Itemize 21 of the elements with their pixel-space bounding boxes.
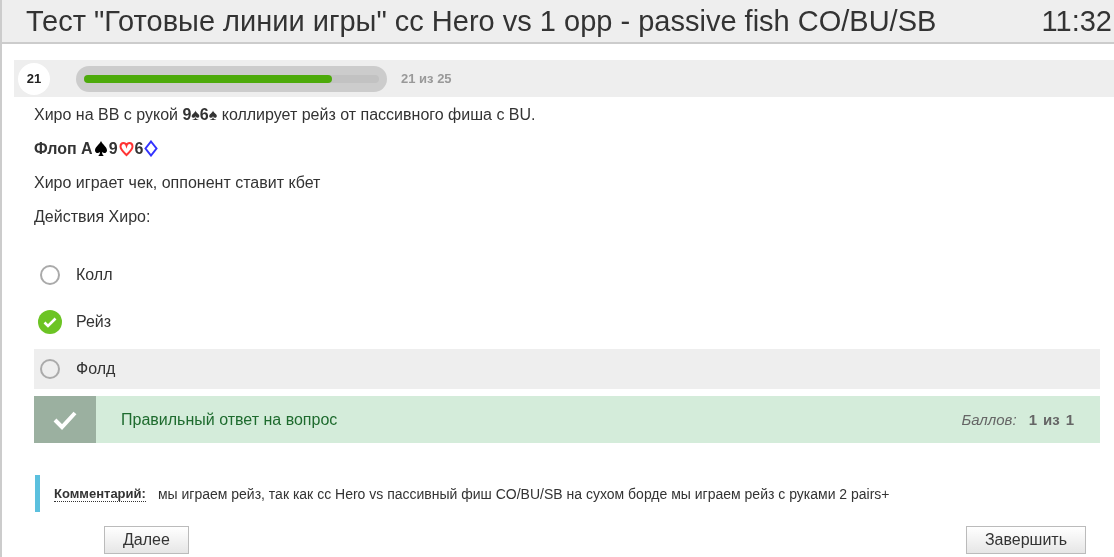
comment-text: мы играем рейз, так как cc Hero vs пассивный фиш CO/BU/SB на сухом борде мы играем рейз с руками 2 pairs+ — [157, 485, 890, 502]
question-number: 21 — [18, 62, 50, 95]
test-title: Тест "Готовые линии игры" cc Hero vs 1 opp - passive fish CO/BU/SB — [26, 4, 937, 38]
answer-option[interactable]: Рейз — [34, 302, 1100, 342]
flop-text: Флоп A 9 6 — [34, 140, 160, 157]
progress-counter: 21 из 25 — [401, 71, 452, 86]
result-message: Правильный ответ на вопрос — [121, 410, 339, 429]
checkmark-icon — [53, 409, 77, 430]
nav-button[interactable]: Далее — [104, 526, 189, 554]
answer-option[interactable]: Колл — [34, 255, 1100, 295]
nav-button[interactable]: Завершить — [965, 526, 1086, 554]
comment-label: Комментарий: — [54, 485, 146, 502]
score-text: Баллов: 1 из 1 — [961, 411, 1074, 428]
question-text: Хиро играет чек, оппонент ставит кбет — [34, 173, 322, 193]
answer-option[interactable]: Фолд — [34, 349, 1100, 389]
question-text: Хиро на BB с рукой 9♠6♠ коллирует рейз от пассивного фиша с BU. — [34, 105, 537, 125]
timer: 11:32 — [1041, 4, 1113, 38]
question-text: Действия Хиро: — [34, 207, 152, 227]
check-circle-icon[interactable] — [38, 310, 62, 334]
radio-button[interactable] — [40, 265, 60, 285]
radio-button[interactable] — [40, 359, 60, 379]
